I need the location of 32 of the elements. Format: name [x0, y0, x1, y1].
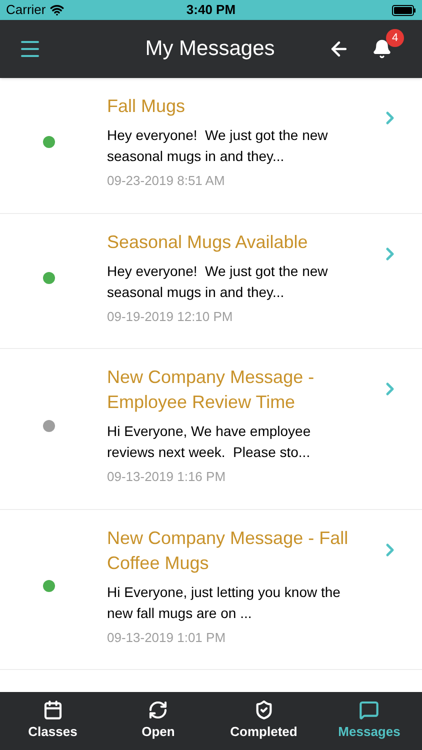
message-date: 09-13-2019 1:16 PM: [107, 468, 227, 486]
message-title: Seasonal Mugs Available: [107, 230, 309, 254]
tab-item[interactable]: Messages: [316, 692, 422, 750]
calendar-icon: [42, 700, 63, 720]
message-title: Fall Mugs: [107, 95, 186, 118]
carrier-label: Carrier: [6, 1, 46, 20]
message-row[interactable]: Seasonal Mugs Available Hey everyone! We just got the new seasonal mugs in and they... 09-19-2019 12:10 PM: [0, 214, 422, 349]
notifications-button[interactable]: 4: [372, 29, 404, 61]
refresh-icon: [148, 700, 168, 720]
message-title: New Company Message - Employee Review Time: [107, 366, 316, 414]
header-title: My Messages: [144, 36, 276, 62]
chat-icon: [359, 700, 380, 720]
notification-badge: 4: [386, 29, 404, 47]
message-date: 09-13-2019 1:01 PM: [107, 628, 227, 646]
wifi-icon: [50, 3, 64, 17]
message-row[interactable]: New Company Message - Fall Coffee Mugs Hi Everyone, just letting you know the new fall mugs are on ... 09-13-2019 1:01 PM: [0, 510, 422, 670]
message-preview: Hey everyone! We just got the new seasonal mugs in and they...: [107, 262, 329, 302]
message-date: 09-23-2019 8:51 AM: [107, 172, 226, 190]
shield-check-icon: [254, 700, 274, 720]
message-date: 09-19-2019 12:10 PM: [107, 308, 234, 326]
message-title: New Company Message - Fall Coffee Mugs: [107, 526, 350, 575]
tab-item[interactable]: Completed: [211, 692, 316, 750]
message-row[interactable]: Fall Mugs Hey everyone! We just got the new seasonal mugs in and they... 09-23-2019 8:51 AM: [0, 78, 422, 214]
message-row[interactable]: New Company Message - Employee Review Time Hi Everyone, We have employee reviews next week. Please sto... 09-13-2019 1:16 PM: [0, 349, 422, 510]
tab-item[interactable]: Open: [106, 692, 211, 750]
message-preview: Hi Everyone, just letting you know the new fall mugs are on ...: [107, 582, 342, 623]
bell-icon: [372, 39, 392, 59]
message-preview: Hi Everyone, We have employee reviews next week. Please sto...: [107, 422, 312, 462]
tab-item[interactable]: Classes: [0, 692, 106, 750]
clock-time: 3:40 PM: [186, 1, 236, 20]
message-preview: Hey everyone! We just got the new seasonal mugs in and they...: [107, 126, 329, 166]
battery-icon: [392, 4, 416, 16]
